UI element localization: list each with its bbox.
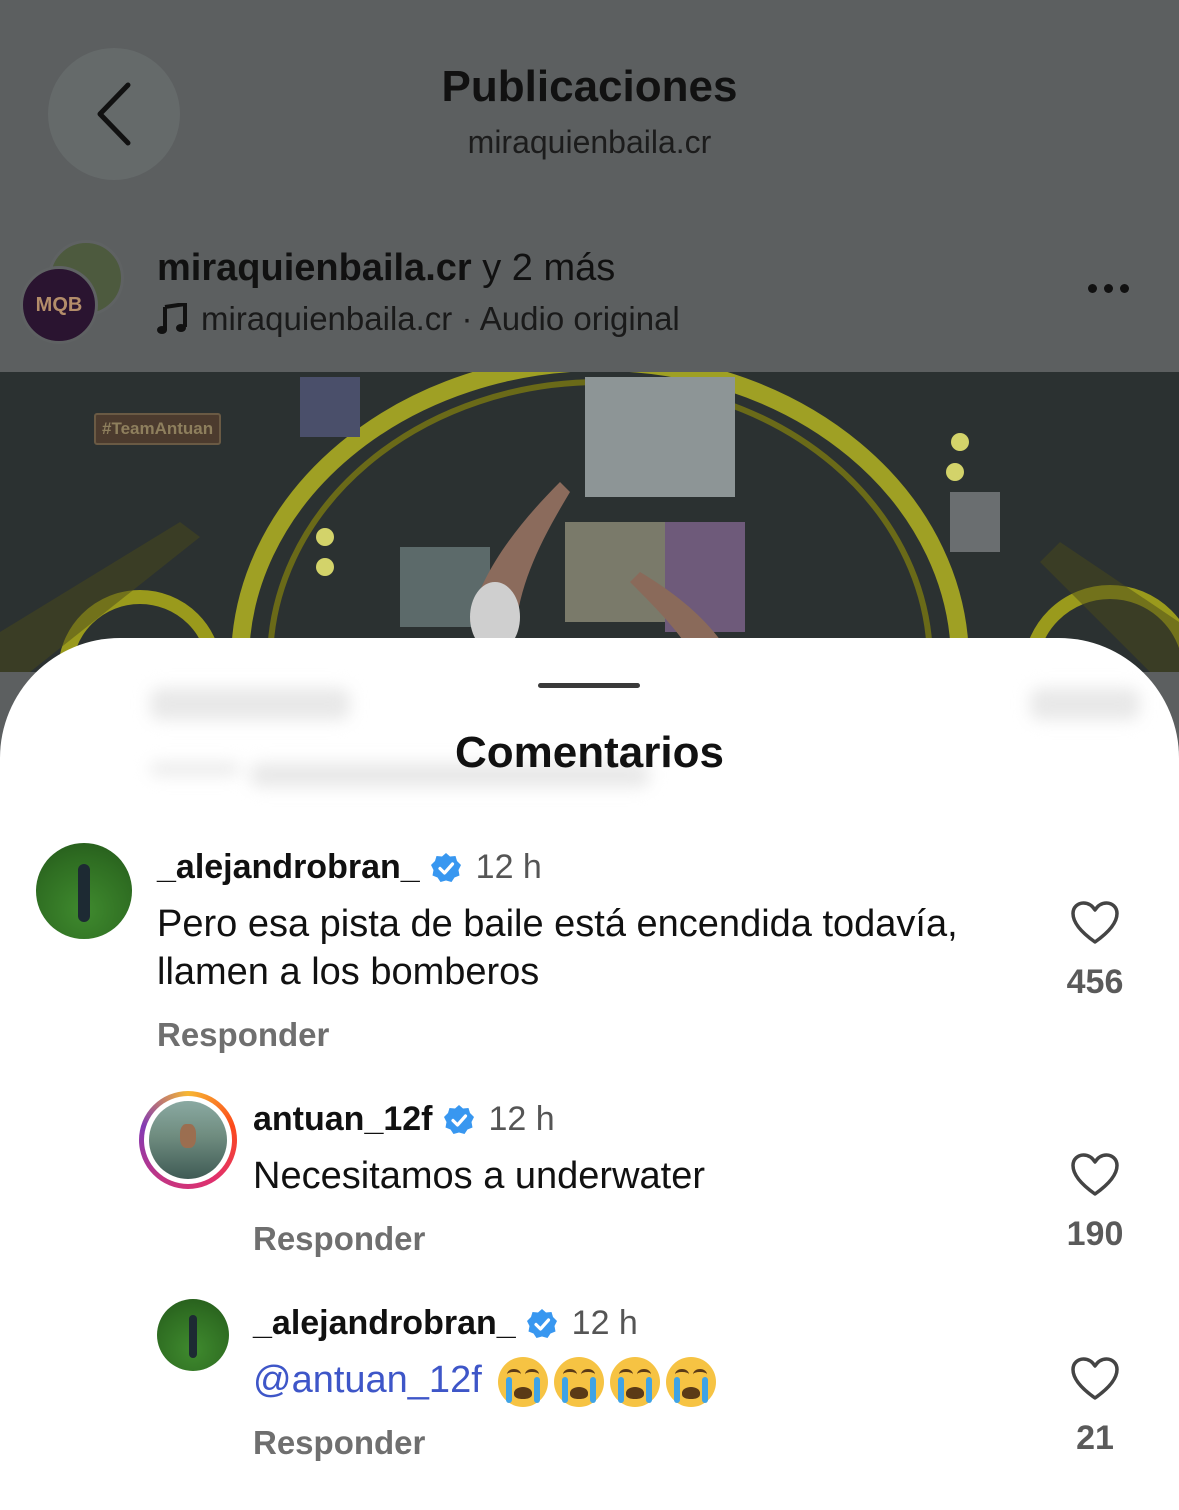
comment-header: antuan_12f 12 h [253, 1100, 555, 1139]
loudly-crying-face-icon [554, 1356, 605, 1407]
video-hashtag: #TeamAntuan [94, 413, 222, 445]
page-title: Publicaciones [441, 62, 738, 111]
comment-username[interactable]: _alejandrobran_ [157, 848, 420, 887]
post-author-line[interactable]: miraquienbaila.cr y 2 más [157, 247, 615, 290]
verified-badge-icon [526, 1308, 557, 1338]
loudly-crying-face-icon [666, 1356, 717, 1407]
avatar[interactable] [157, 1299, 229, 1371]
blurred-content [1030, 688, 1140, 720]
comment-header: _alejandrobran_ 12 h [253, 1304, 638, 1343]
page-subtitle[interactable]: miraquienbaila.cr [0, 124, 1179, 161]
comment-header: _alejandrobran_ 12 h [157, 848, 542, 887]
audio-label: miraquienbaila.cr · Audio original [201, 300, 680, 337]
heart-icon [1071, 901, 1119, 944]
comment-time: 12 h [488, 1100, 555, 1138]
like-button[interactable]: 21 [1045, 1356, 1145, 1458]
emoji-row [492, 1356, 717, 1407]
comment-text: Pero esa pista de baile está encendida t… [157, 903, 958, 993]
post-video[interactable]: #TeamAntuan [0, 372, 1179, 672]
loudly-crying-face-icon [498, 1356, 549, 1407]
drag-handle[interactable] [538, 683, 640, 688]
comment-username[interactable]: antuan_12f [253, 1100, 433, 1139]
heart-icon [1071, 1153, 1119, 1196]
heart-icon [1071, 1357, 1119, 1400]
story-ring[interactable] [139, 1091, 237, 1189]
like-button[interactable]: 456 [1045, 900, 1145, 1002]
post-collab-count: y 2 más [471, 247, 616, 289]
avatar[interactable] [36, 843, 132, 939]
more-options-icon[interactable] [1088, 284, 1129, 293]
comment-text: Necesitamos a underwater [253, 1155, 705, 1197]
account-avatar: MQB [20, 266, 98, 344]
reply-button[interactable]: Responder [157, 1016, 329, 1054]
like-count: 21 [1076, 1419, 1114, 1457]
comment-username[interactable]: _alejandrobran_ [253, 1304, 516, 1343]
post-audio[interactable]: miraquienbaila.cr · Audio original [157, 300, 680, 338]
comment-time: 12 h [571, 1304, 638, 1342]
like-button[interactable]: 190 [1045, 1152, 1145, 1254]
reply-button[interactable]: Responder [253, 1220, 425, 1258]
verified-badge-icon [430, 852, 461, 882]
music-note-icon [157, 303, 187, 334]
comments-sheet: Comentarios _alejandrobran_ 12 h Pero es… [0, 638, 1179, 1510]
sheet-title: Comentarios [455, 728, 724, 777]
post-author: miraquienbaila.cr [157, 247, 472, 289]
blurred-content [150, 688, 350, 720]
post-avatars[interactable]: MQB [20, 240, 124, 344]
avatar [149, 1101, 227, 1179]
verified-badge-icon [443, 1104, 474, 1134]
mention-link[interactable]: @antuan_12f [253, 1359, 482, 1401]
comment-time: 12 h [475, 848, 542, 886]
reply-button[interactable]: Responder [253, 1424, 425, 1462]
like-count: 456 [1066, 963, 1124, 1001]
comment-text: @antuan_12f [253, 1356, 1013, 1407]
loudly-crying-face-icon [610, 1356, 661, 1407]
like-count: 190 [1066, 1215, 1124, 1253]
